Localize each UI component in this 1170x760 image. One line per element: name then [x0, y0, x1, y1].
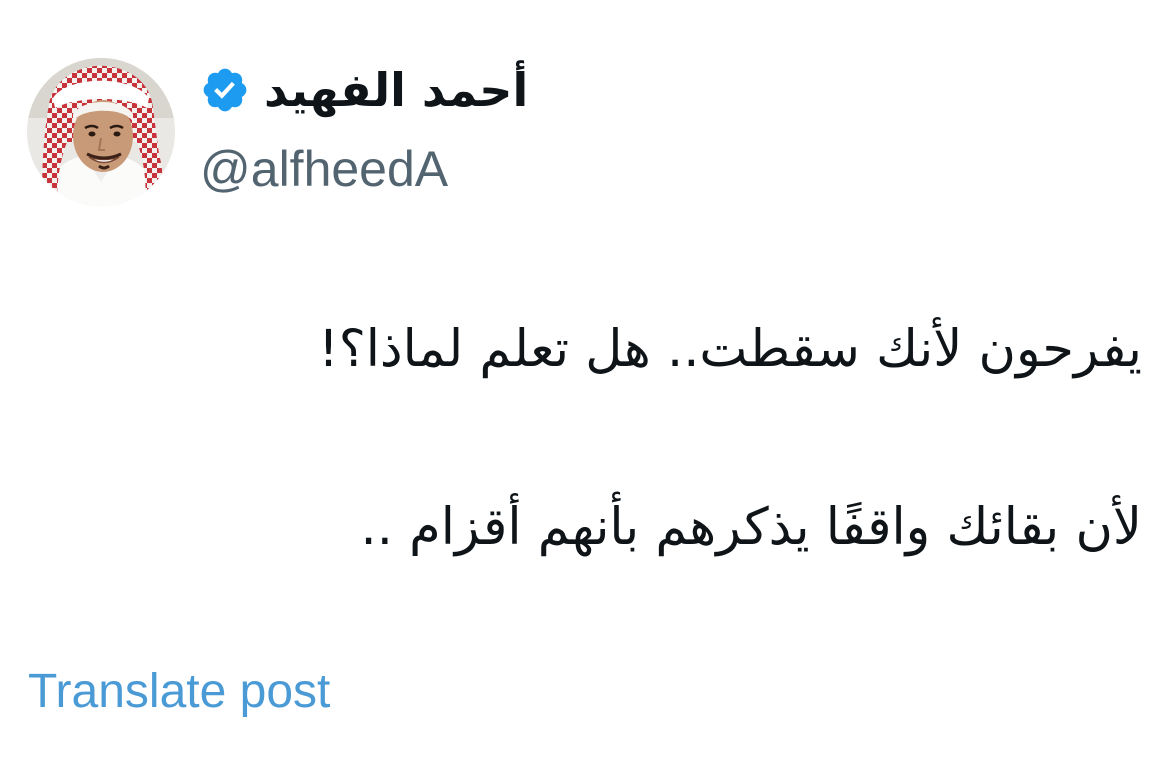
author-display-name[interactable]: أحمد الفهيد	[264, 52, 528, 128]
post-line-2: لأن بقائك واقفًا يذكرهم بأنهم أقزام ..	[360, 498, 1143, 557]
author-handle[interactable]: @alfheedA	[200, 138, 448, 200]
post-paragraph-gap	[32, 400, 1142, 478]
translate-post-link[interactable]: Translate post	[28, 660, 330, 724]
author-name-row: أحمد الفهيد	[200, 52, 528, 128]
post-text: يفرحون لأنك سقطت.. هل تعلم لماذا؟! لأن ب…	[32, 300, 1142, 578]
author-avatar[interactable]	[27, 58, 175, 206]
profile-photo	[27, 58, 175, 206]
verified-badge-icon[interactable]	[200, 65, 250, 115]
post-line-1: يفرحون لأنك سقطت.. هل تعلم لماذا؟!	[318, 320, 1142, 379]
